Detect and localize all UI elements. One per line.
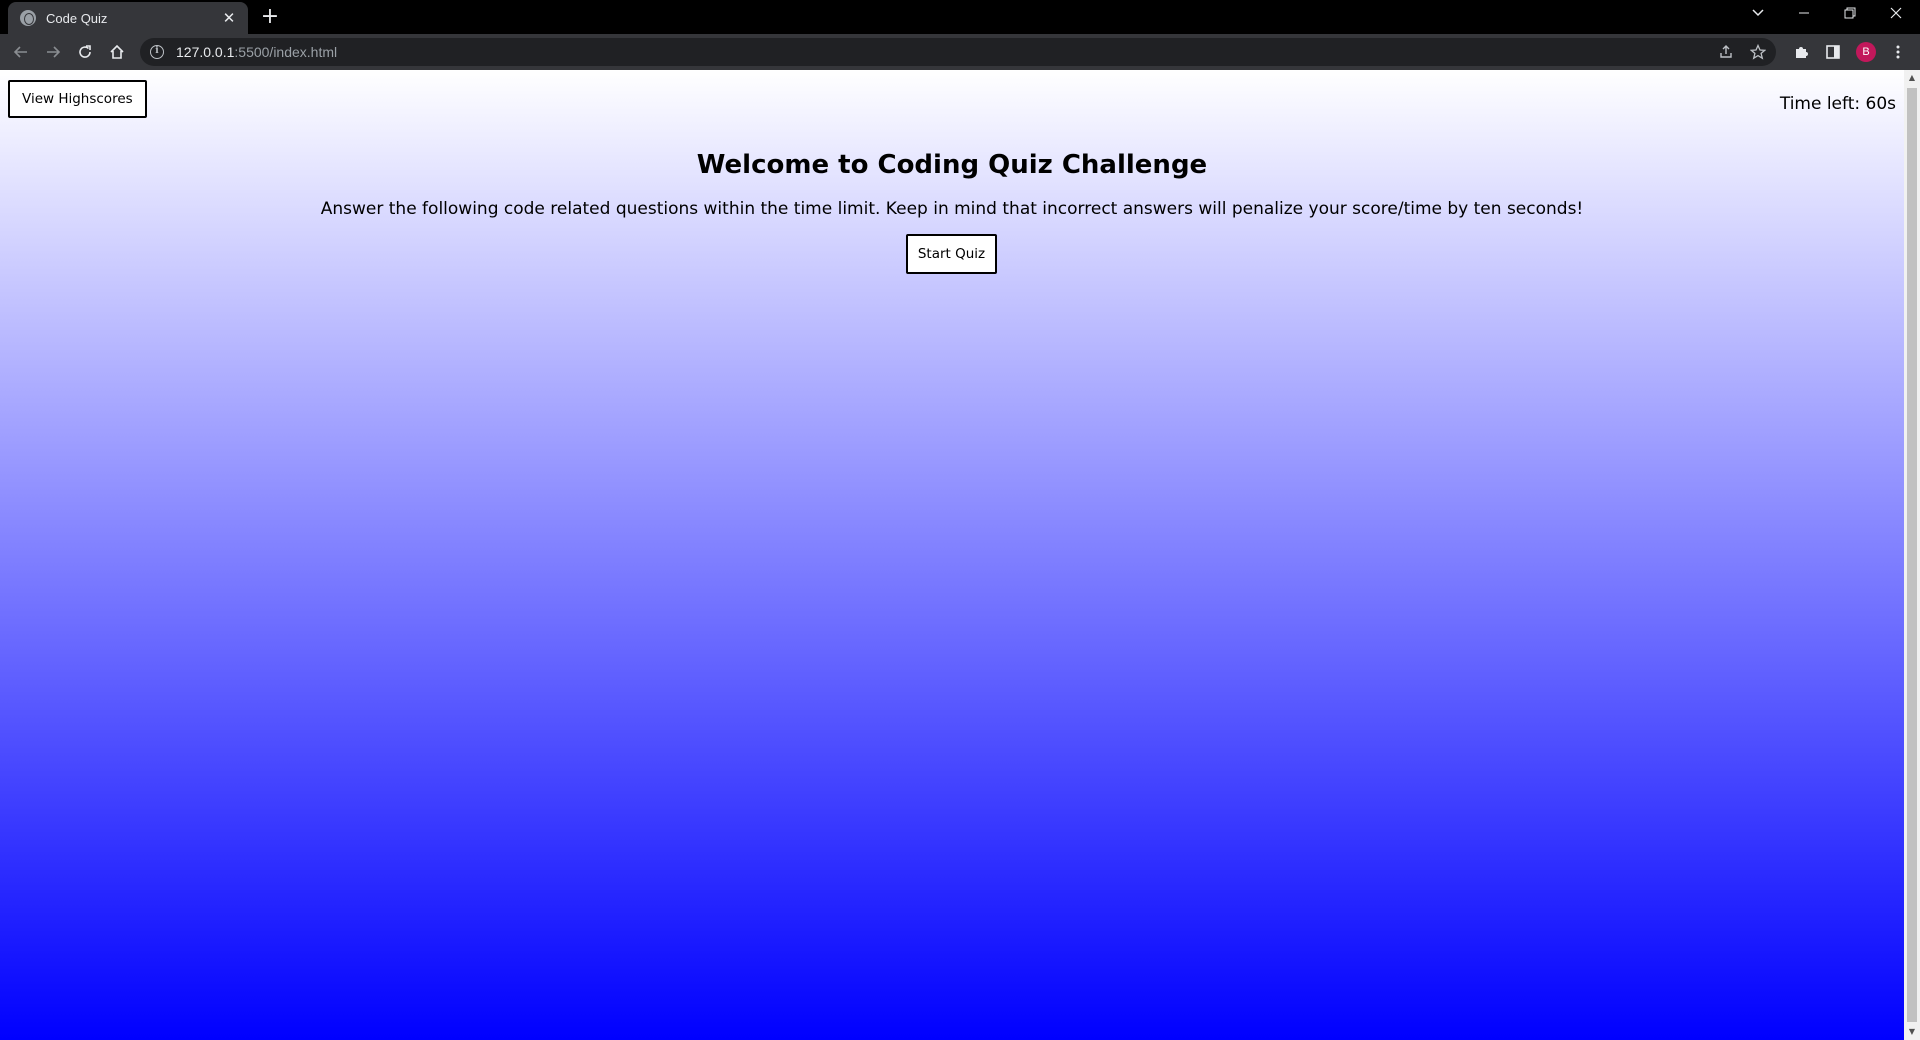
side-panel-button[interactable] [1823, 42, 1843, 62]
address-bar[interactable]: i 127.0.0.1:5500/index.html [140, 38, 1776, 66]
scroll-up-icon[interactable]: ▲ [1904, 70, 1920, 86]
home-button[interactable] [103, 38, 131, 66]
quiz-description: Answer the following code related questi… [320, 199, 1584, 219]
star-icon [1750, 44, 1766, 60]
restore-icon [1844, 7, 1856, 19]
bookmark-button[interactable] [1750, 38, 1766, 66]
start-quiz-button[interactable]: Start Quiz [906, 234, 997, 274]
profile-avatar[interactable]: B [1856, 42, 1876, 62]
browser-tab[interactable]: Code Quiz ✕ [8, 2, 248, 34]
globe-icon [20, 10, 36, 26]
reload-button[interactable] [71, 38, 99, 66]
tab-strip: Code Quiz ✕ + [0, 0, 1920, 34]
minimize-icon [1799, 12, 1809, 14]
scroll-down-icon[interactable]: ▼ [1904, 1024, 1920, 1040]
tab-search-button[interactable] [1735, 0, 1781, 30]
close-tab-icon[interactable]: ✕ [220, 9, 238, 27]
site-info-icon[interactable]: i [150, 45, 164, 59]
share-button[interactable] [1718, 38, 1734, 66]
menu-button[interactable] [1888, 42, 1908, 62]
scrollbar-thumb[interactable] [1907, 88, 1917, 1022]
arrow-right-icon [47, 46, 61, 58]
minimize-button[interactable] [1781, 0, 1827, 30]
timer-text: Time left: 60s [1779, 94, 1896, 114]
new-tab-button[interactable]: + [258, 5, 282, 29]
vertical-scrollbar[interactable]: ▲ ▼ [1904, 70, 1920, 1040]
page-title: Welcome to Coding Quiz Challenge [696, 150, 1208, 180]
page-viewport: View Highscores Time left: 60s Welcome t… [0, 70, 1920, 1040]
side-panel-icon [1826, 45, 1840, 59]
restore-button[interactable] [1827, 0, 1873, 30]
view-highscores-button[interactable]: View Highscores [8, 80, 147, 118]
chevron-down-icon [1752, 9, 1764, 17]
puzzle-icon [1796, 47, 1808, 58]
forward-button[interactable] [39, 38, 67, 66]
url-text: 127.0.0.1:5500/index.html [176, 44, 337, 60]
browser-toolbar: i 127.0.0.1:5500/index.html B [0, 34, 1920, 70]
extensions-button[interactable] [1791, 42, 1811, 62]
page-content: View Highscores Time left: 60s Welcome t… [0, 70, 1904, 1040]
share-icon [1720, 45, 1732, 58]
more-vert-icon [1896, 45, 1900, 59]
close-window-button[interactable] [1873, 0, 1919, 30]
reload-icon [79, 45, 91, 58]
back-button[interactable] [7, 38, 35, 66]
url-path: :5500/index.html [234, 44, 338, 60]
arrow-left-icon [13, 46, 27, 58]
tab-title: Code Quiz [46, 10, 108, 26]
home-icon [110, 44, 124, 59]
url-host: 127.0.0.1 [176, 44, 235, 60]
close-icon [1890, 7, 1902, 19]
